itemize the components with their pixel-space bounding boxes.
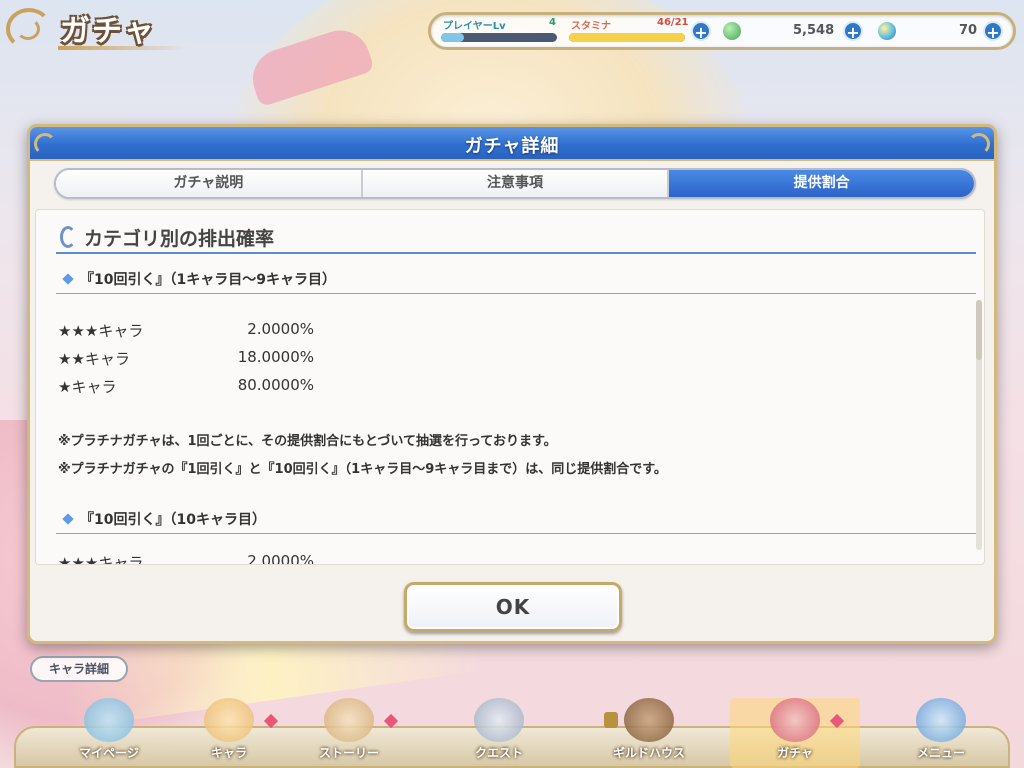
- nav-gacha-label: ガチャ: [777, 746, 813, 760]
- section-heading-text: カテゴリ別の排出確率: [84, 228, 275, 250]
- jewel-icon: [723, 22, 741, 40]
- group-heading-text: 『10回引く』（1キャラ目〜9キャラ目）: [80, 272, 336, 288]
- group-heading: 『10回引く』（10キャラ目）: [56, 506, 976, 534]
- crystal-icon: [878, 22, 896, 40]
- tab-gacha-description[interactable]: ガチャ説明: [56, 170, 363, 197]
- nav-guildhouse[interactable]: ギルドハウス: [584, 698, 714, 768]
- crystal-count: 70: [959, 23, 978, 38]
- nav-menu[interactable]: メニュー: [876, 698, 1006, 768]
- rate-value: 18.0000%: [237, 348, 314, 366]
- notification-badge-icon: [829, 713, 845, 729]
- nav-menu-label: メニュー: [916, 746, 965, 760]
- nav-quest-label: クエスト: [474, 746, 523, 760]
- bottom-navigation: マイページ キャラ ストーリー クエスト ギルドハウス ガチャ メニュー: [14, 698, 1010, 768]
- screen-title-plate: ガチャ: [0, 0, 190, 58]
- player-level-value: 4: [549, 17, 556, 28]
- scrollbar-thumb[interactable]: [976, 300, 982, 360]
- rate-value: 2.0000%: [247, 552, 314, 565]
- section-heading: カテゴリ別の排出確率: [56, 224, 976, 254]
- notification-badge-icon: [383, 713, 399, 729]
- rate-row: ★★キャラ 18.0000%: [58, 348, 358, 370]
- character-icon: [204, 698, 254, 742]
- rate-row: ★★★キャラ 2.0000%: [58, 320, 358, 342]
- guildhouse-icon: [624, 698, 674, 742]
- tab-notes[interactable]: 注意事項: [362, 170, 670, 197]
- mypage-icon: [84, 698, 134, 742]
- nav-character[interactable]: キャラ: [164, 698, 294, 768]
- ok-button-label: OK: [495, 595, 531, 619]
- screen-title: ガチャ: [60, 14, 156, 49]
- heading-swirl-icon: [60, 226, 76, 248]
- story-icon: [324, 698, 374, 742]
- add-stamina-button[interactable]: +: [691, 21, 711, 42]
- add-jewels-button[interactable]: +: [843, 21, 863, 42]
- notification-badge-icon: [263, 713, 279, 729]
- dialog-tabs: ガチャ説明 注意事項 提供割合: [54, 168, 976, 199]
- nav-mypage-label: マイページ: [79, 746, 139, 760]
- lock-icon: [604, 712, 618, 728]
- nav-mypage[interactable]: マイページ: [44, 698, 174, 768]
- player-level-label: プレイヤーLv: [443, 21, 506, 32]
- diamond-bullet-icon: [62, 513, 74, 525]
- title-underline: [58, 46, 188, 50]
- scrollbar[interactable]: [976, 300, 982, 550]
- group-heading: 『10回引く』（1キャラ目〜9キャラ目）: [56, 266, 976, 294]
- nav-guildhouse-label: ギルドハウス: [612, 746, 685, 760]
- note-text: ※プラチナガチャは、1回ごとに、その提供割合にもとづいて抽選を行っております。: [58, 434, 557, 449]
- stamina-value: 46/21: [657, 17, 689, 28]
- rarity-label: ★★★キャラ: [58, 322, 144, 340]
- stamina-label: スタミナ: [571, 21, 611, 32]
- stamina-bar-fill: [569, 33, 685, 42]
- nav-character-label: キャラ: [210, 746, 247, 760]
- rate-row: ★★★キャラ 2.0000%: [58, 552, 358, 565]
- experience-bar: [441, 33, 557, 42]
- nav-story[interactable]: ストーリー: [284, 698, 414, 768]
- ok-button[interactable]: OK: [404, 582, 622, 632]
- nav-quest[interactable]: クエスト: [434, 698, 564, 768]
- dialog-title: ガチャ詳細: [464, 136, 560, 157]
- ornament-swirl-inner-icon: [16, 18, 40, 40]
- character-detail-button[interactable]: キャラ詳細: [30, 656, 128, 682]
- player-status-bar: プレイヤーLv 4 スタミナ 46/21 + 5,548 + 70 +: [428, 12, 1016, 50]
- diamond-bullet-icon: [62, 273, 74, 285]
- add-crystals-button[interactable]: +: [983, 21, 1003, 42]
- dialog-header: ガチャ詳細: [30, 127, 994, 161]
- rate-value: 80.0000%: [237, 376, 314, 394]
- stamina-bar: [569, 33, 685, 42]
- rarity-label: ★キャラ: [58, 378, 117, 396]
- gacha-detail-dialog: ガチャ詳細 ガチャ説明 注意事項 提供割合 カテゴリ別の排出確率 『10回引く』…: [27, 124, 997, 644]
- nav-story-label: ストーリー: [318, 746, 379, 760]
- rate-value: 2.0000%: [247, 320, 314, 338]
- group-heading-text: 『10回引く』（10キャラ目）: [80, 512, 266, 528]
- jewel-count: 5,548: [793, 23, 835, 38]
- note-text: ※プラチナガチャの『1回引く』と『10回引く』（1キャラ目〜9キャラ目まで）は、…: [58, 462, 667, 477]
- tab-drop-rates[interactable]: 提供割合: [669, 170, 974, 197]
- nav-gacha[interactable]: ガチャ: [730, 698, 860, 768]
- rarity-label: ★★キャラ: [58, 350, 130, 368]
- rarity-label: ★★★キャラ: [58, 554, 144, 565]
- gacha-icon: [770, 698, 820, 742]
- rates-scroll-panel[interactable]: カテゴリ別の排出確率 『10回引く』（1キャラ目〜9キャラ目） ★★★キャラ 2…: [35, 209, 985, 565]
- rate-row: ★キャラ 80.0000%: [58, 376, 358, 398]
- quest-icon: [474, 698, 524, 742]
- menu-icon: [916, 698, 966, 742]
